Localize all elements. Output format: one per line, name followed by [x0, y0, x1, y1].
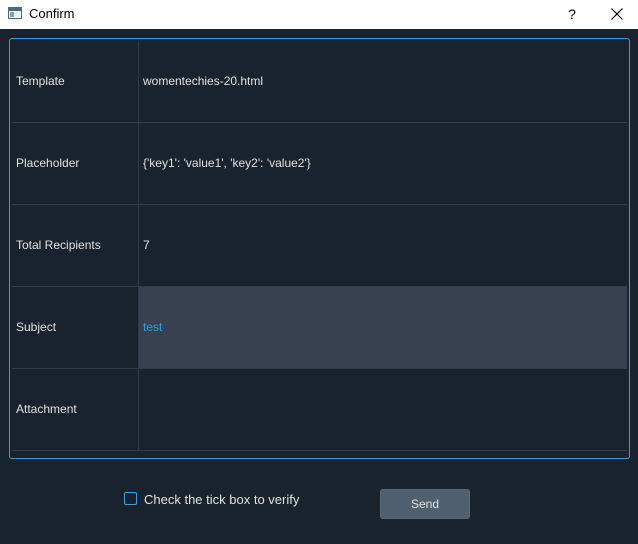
row-value: womentechies-20.html: [143, 74, 264, 88]
send-button[interactable]: Send: [380, 489, 470, 519]
table-row[interactable]: Total Recipients 7: [12, 205, 627, 287]
title-bar: Confirm ?: [0, 0, 638, 29]
row-label-cell[interactable]: Attachment: [12, 369, 139, 450]
row-label-cell[interactable]: Total Recipients: [12, 205, 139, 286]
row-label: Total Recipients: [16, 238, 101, 252]
close-button[interactable]: [603, 3, 631, 25]
row-value: {'key1': 'value1', 'key2': 'value2'}: [143, 156, 311, 170]
table-row[interactable]: Template womentechies-20.html: [12, 41, 627, 123]
row-label: Placeholder: [16, 156, 80, 170]
verify-label[interactable]: Check the tick box to verify: [144, 491, 299, 509]
row-label: Template: [16, 74, 65, 88]
table-row-selected[interactable]: Subject test: [12, 287, 627, 369]
close-icon: [611, 8, 623, 20]
row-value-cell[interactable]: womentechies-20.html: [139, 41, 627, 122]
table-row[interactable]: Attachment: [12, 369, 627, 451]
app-window-icon: [8, 7, 22, 19]
checkbox-icon[interactable]: [124, 492, 137, 505]
confirm-table[interactable]: Template womentechies-20.html Placeholde…: [9, 38, 630, 459]
row-label-cell[interactable]: Subject: [12, 287, 139, 368]
row-value-cell[interactable]: [139, 369, 627, 450]
row-label: Subject: [16, 320, 57, 334]
table-row[interactable]: Placeholder {'key1': 'value1', 'key2': '…: [12, 123, 627, 205]
row-value: test: [143, 320, 163, 334]
help-button[interactable]: ?: [560, 3, 584, 25]
row-value: 7: [143, 238, 150, 252]
window-title: Confirm: [29, 6, 75, 21]
row-label-cell[interactable]: Template: [12, 41, 139, 122]
row-label: Attachment: [16, 402, 77, 416]
row-value-cell-selected[interactable]: test: [139, 287, 627, 368]
row-value-cell[interactable]: {'key1': 'value1', 'key2': 'value2'}: [139, 123, 627, 204]
row-label-cell[interactable]: Placeholder: [12, 123, 139, 204]
row-value-cell[interactable]: 7: [139, 205, 627, 286]
